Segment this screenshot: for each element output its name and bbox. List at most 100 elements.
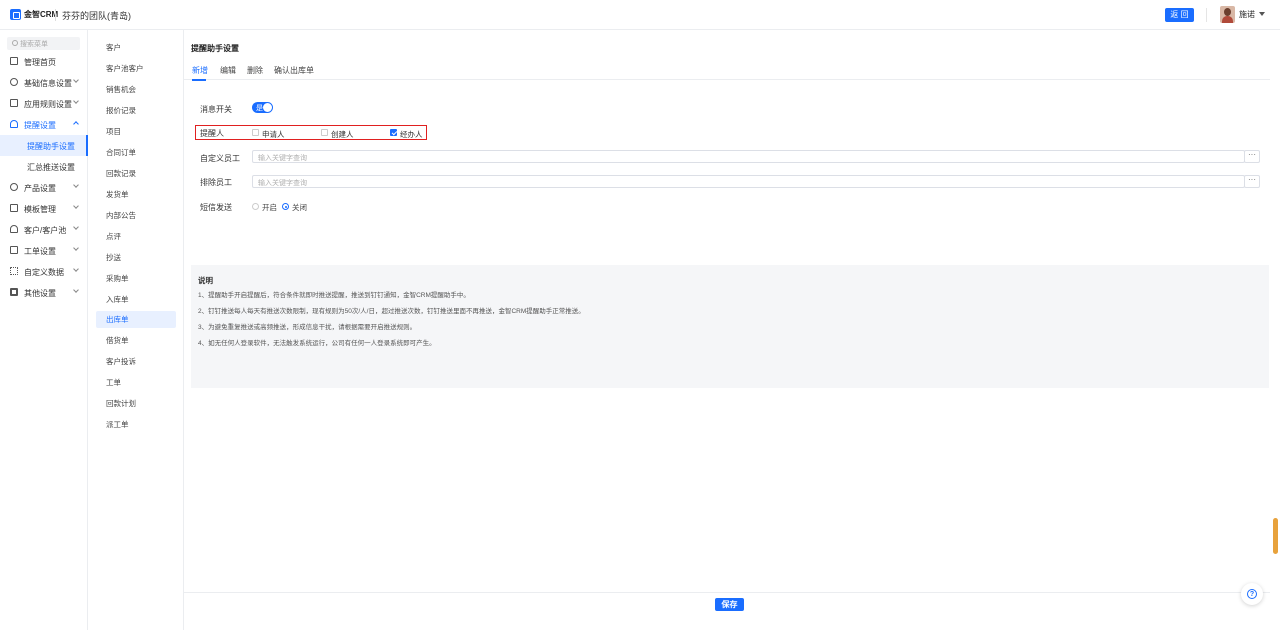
submenu-item[interactable]: 工单 [96,374,176,391]
sidebar-item-label: 管理首页 [24,58,56,67]
submenu-item[interactable]: 客户投诉 [96,353,176,370]
exclude-staff-label: 排除员工 [200,178,232,187]
logo-icon [10,9,21,20]
sidebar-item-label: 基础信息设置 [24,79,72,88]
sidebar-item-other-settings[interactable]: 其他设置 [0,282,88,303]
sms-label: 短信发送 [200,203,232,212]
chevron-up-icon [73,121,79,127]
submenu-item[interactable]: 销售机会 [96,81,176,98]
custom-staff-input[interactable]: 输入关键字查询 [252,150,1245,163]
submenu-item[interactable]: 报价记录 [96,102,176,119]
submenu-item[interactable]: 借货单 [96,332,176,349]
chevron-down-icon [73,98,79,104]
submenu-item[interactable]: 入库单 [96,291,176,308]
sidebar-item-rules[interactable]: 应用规则设置 [0,93,88,114]
input-placeholder: 输入关键字查询 [258,155,307,162]
back-button[interactable]: 返 回 [1165,8,1194,22]
applicant-checkbox[interactable] [252,129,259,136]
exclude-staff-input[interactable]: 输入关键字查询 [252,175,1245,188]
switch-knob [263,103,272,112]
sidebar-item-label: 模板管理 [24,205,56,214]
submenu-item[interactable]: 采购单 [96,270,176,287]
handler-checkbox[interactable] [390,129,397,136]
tab-edit[interactable]: 编辑 [220,65,236,76]
notes-panel: 说明 1、提醒助手开启提醒后，符合条件就即时推送提醒，推送到钉钉通知，金智CRM… [191,265,1269,388]
top-bar: 金智CRM 芬芬的团队(青岛) 返 回 施诺 [0,0,1280,30]
sidebar-item-label: 提醒助手设置 [27,142,75,151]
product-icon [10,183,18,191]
caret-down-icon[interactable] [1259,12,1265,16]
sidebar-item-templates[interactable]: 模板管理 [0,198,88,219]
submenu-item[interactable]: 客户池客户 [96,60,176,77]
bell-icon [10,120,18,128]
sidebar-item-label: 自定义数据 [24,268,64,277]
submenu-item[interactable]: 派工单 [96,416,176,433]
sidebar-item-basic-settings[interactable]: 基础信息设置 [0,72,88,93]
ticket-icon [10,246,18,254]
submenu-item[interactable]: 合同订单 [96,144,176,161]
submenu-item[interactable]: 内部公告 [96,207,176,224]
chevron-down-icon [73,245,79,251]
creator-checkbox[interactable] [321,129,328,136]
sms-off-label[interactable]: 关闭 [292,202,307,213]
notes-line: 4、如无任何人登录软件，无法触发系统运行，公司有任何一人登录系统即可产生。 [198,340,436,347]
sms-on-radio[interactable] [252,203,259,210]
main-content: 提醒助手设置 新增 编辑 删除 确认出库单 消息开关 是 提醒人 申请人 创建人… [184,30,1280,630]
submenu-item[interactable]: 回款记录 [96,165,176,182]
chevron-down-icon [73,287,79,293]
sidebar-item-label: 汇总推送设置 [27,163,75,172]
tab-delete[interactable]: 删除 [247,65,263,76]
help-button[interactable]: ? [1241,583,1263,605]
submenu-item[interactable]: 发货单 [96,186,176,203]
team-name[interactable]: 芬芬的团队(青岛) [62,9,131,22]
settings-icon [10,78,18,86]
message-switch-toggle[interactable]: 是 [252,102,273,113]
sidebar-item-summary-push[interactable]: 汇总推送设置 [0,156,88,177]
divider [1206,8,1207,22]
sidebar-item-custom-data[interactable]: 自定义数据 [0,261,88,282]
submenu-item[interactable]: 回款计划 [96,395,176,412]
grid-icon [10,288,18,296]
input-placeholder: 输入关键字查询 [258,180,307,187]
chevron-down-icon [73,77,79,83]
menu-search-input[interactable]: 搜索菜单 [7,37,80,50]
active-tab-indicator [192,79,206,81]
handler-label[interactable]: 经办人 [400,129,423,140]
tab-confirm-outbound[interactable]: 确认出库单 [274,65,314,76]
document-icon [10,99,18,107]
sidebar-item-home[interactable]: 管理首页 [0,51,88,72]
custom-staff-picker-button[interactable]: ··· [1244,150,1260,163]
sidebar-item-label: 客户/客户池 [24,226,67,235]
sidebar-item-products[interactable]: 产品设置 [0,177,88,198]
sidebar-item-reminders[interactable]: 提醒设置 [0,114,88,135]
exclude-staff-picker-button[interactable]: ··· [1244,175,1260,188]
chevron-down-icon [73,224,79,230]
sidebar-item-label: 应用规则设置 [24,100,72,109]
sidebar-item-customers[interactable]: 客户/客户池 [0,219,88,240]
notes-line: 2、钉钉推送每人每天有推送次数限制，现有规则为50次/人/日，超过推送次数，钉钉… [198,308,585,315]
sidebar-item-label: 其他设置 [24,289,56,298]
sidebar-item-label: 提醒设置 [24,121,56,130]
creator-label[interactable]: 创建人 [331,129,354,140]
sidebar-item-tickets[interactable]: 工单设置 [0,240,88,261]
chevron-down-icon [73,266,79,272]
sms-on-label[interactable]: 开启 [262,202,277,213]
tab-bar: 新增 编辑 删除 确认出库单 [184,61,1270,81]
submenu-item[interactable]: 抄送 [96,249,176,266]
tab-add[interactable]: 新增 [192,65,208,76]
search-placeholder: 搜索菜单 [20,41,48,48]
submenu-item[interactable]: 点评 [96,228,176,245]
username[interactable]: 施诺 [1239,9,1255,20]
sms-off-radio[interactable] [282,203,289,210]
submenu-item-selected[interactable]: 出库单 [96,311,176,328]
scrollbar-handle[interactable] [1273,518,1278,554]
submenu-item[interactable]: 项目 [96,123,176,140]
sidebar-item-reminder-assistant[interactable]: 提醒助手设置 [0,135,88,156]
message-switch-label: 消息开关 [200,105,232,114]
save-button[interactable]: 保存 [715,598,744,611]
applicant-label[interactable]: 申请人 [262,129,285,140]
customers-icon [10,225,18,233]
submenu-item[interactable]: 客户 [96,39,176,56]
divider [55,9,56,21]
avatar[interactable] [1220,6,1235,23]
